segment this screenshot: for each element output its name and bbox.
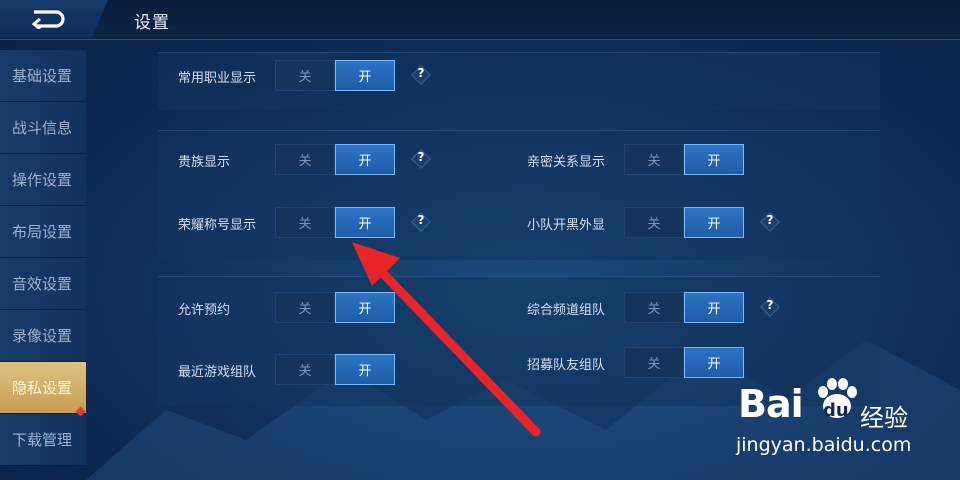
- toggle-off-option[interactable]: 关: [275, 207, 335, 238]
- help-icon[interactable]: ?: [760, 212, 780, 232]
- toggle-on-option[interactable]: 开: [335, 207, 395, 238]
- page-title: 设置: [134, 13, 170, 33]
- sidebar-item-label: 布局设置: [12, 223, 73, 241]
- recruit-teammates-label: 招募队友组队: [527, 358, 606, 373]
- toggle-off-option[interactable]: 关: [624, 144, 684, 175]
- sidebar-item-battle-info[interactable]: 战斗信息: [0, 102, 86, 154]
- sidebar-item-label: 操作设置: [12, 171, 73, 189]
- help-icon[interactable]: ?: [411, 149, 431, 169]
- back-button[interactable]: [0, 0, 108, 38]
- toggle-off-option[interactable]: 关: [624, 292, 684, 323]
- channel-team-label: 综合频道组队: [527, 303, 606, 318]
- sidebar-item-replay[interactable]: 录像设置: [0, 310, 86, 362]
- intimate-display-label: 亲密关系显示: [527, 155, 606, 170]
- toggle-on-option[interactable]: 开: [684, 292, 744, 323]
- career-display-label: 常用职业显示: [178, 71, 257, 86]
- toggle-off-option[interactable]: 关: [275, 144, 335, 175]
- help-icon[interactable]: ?: [411, 65, 431, 85]
- baidu-watermark: Bai du 经验 jingyan.baidu.com: [734, 374, 944, 470]
- intimate-display-toggle[interactable]: 关 开: [624, 144, 744, 175]
- toggle-on-option[interactable]: 开: [684, 207, 744, 238]
- sidebar-item-label: 录像设置: [12, 327, 73, 345]
- team-display-label: 小队开黑外显: [527, 218, 606, 233]
- sidebar-item-basic[interactable]: 基础设置: [0, 50, 86, 102]
- settings-sidebar: 基础设置 战斗信息 操作设置 布局设置 音效设置 录像设置 隐私设置 下载管理: [0, 44, 86, 480]
- recent-game-team-label: 最近游戏组队: [178, 365, 257, 380]
- toggle-off-option[interactable]: 关: [275, 60, 335, 91]
- back-arrow-icon: [31, 10, 65, 29]
- toggle-on-option[interactable]: 开: [335, 144, 395, 175]
- toggle-off-option[interactable]: 关: [275, 354, 335, 385]
- watermark-du: du: [823, 400, 849, 421]
- honor-title-display-label: 荣耀称号显示: [178, 218, 257, 233]
- honor-title-display-toggle[interactable]: 关 开: [275, 207, 395, 238]
- help-icon[interactable]: ?: [411, 212, 431, 232]
- sidebar-item-controls[interactable]: 操作设置: [0, 154, 86, 206]
- recruit-teammates-toggle[interactable]: 关 开: [624, 347, 744, 378]
- sidebar-item-label: 战斗信息: [12, 119, 73, 137]
- channel-team-toggle[interactable]: 关 开: [624, 292, 744, 323]
- sidebar-item-label: 音效设置: [12, 275, 73, 293]
- toggle-off-option[interactable]: 关: [624, 347, 684, 378]
- recent-game-team-toggle[interactable]: 关 开: [275, 354, 395, 385]
- noble-display-toggle[interactable]: 关 开: [275, 144, 395, 175]
- team-display-toggle[interactable]: 关 开: [624, 207, 744, 238]
- toggle-on-option[interactable]: 开: [335, 354, 395, 385]
- toggle-off-option[interactable]: 关: [275, 292, 335, 323]
- career-display-toggle[interactable]: 关 开: [275, 60, 395, 91]
- toggle-off-option[interactable]: 关: [624, 207, 684, 238]
- sidebar-item-label: 下载管理: [12, 431, 73, 449]
- noble-display-label: 贵族显示: [178, 155, 231, 170]
- sidebar-item-label: 隐私设置: [12, 379, 73, 397]
- watermark-url: jingyan.baidu.com: [736, 434, 912, 456]
- settings-group-display: [158, 130, 880, 260]
- toggle-on-option[interactable]: 开: [335, 60, 395, 91]
- help-icon[interactable]: ?: [760, 297, 780, 317]
- settings-group-career: [158, 52, 880, 110]
- top-bar: 设置: [0, 0, 960, 40]
- sidebar-item-layout[interactable]: 布局设置: [0, 206, 86, 258]
- sidebar-item-label: 基础设置: [12, 67, 73, 85]
- sidebar-item-sound[interactable]: 音效设置: [0, 258, 86, 310]
- toggle-on-option[interactable]: 开: [684, 144, 744, 175]
- allow-reservation-label: 允许预约: [178, 303, 231, 318]
- watermark-product: du 经验: [823, 400, 908, 432]
- sidebar-item-privacy[interactable]: 隐私设置: [0, 362, 86, 414]
- toggle-on-option[interactable]: 开: [335, 292, 395, 323]
- sidebar-item-downloads[interactable]: 下载管理: [0, 406, 86, 466]
- allow-reservation-toggle[interactable]: 关 开: [275, 292, 395, 323]
